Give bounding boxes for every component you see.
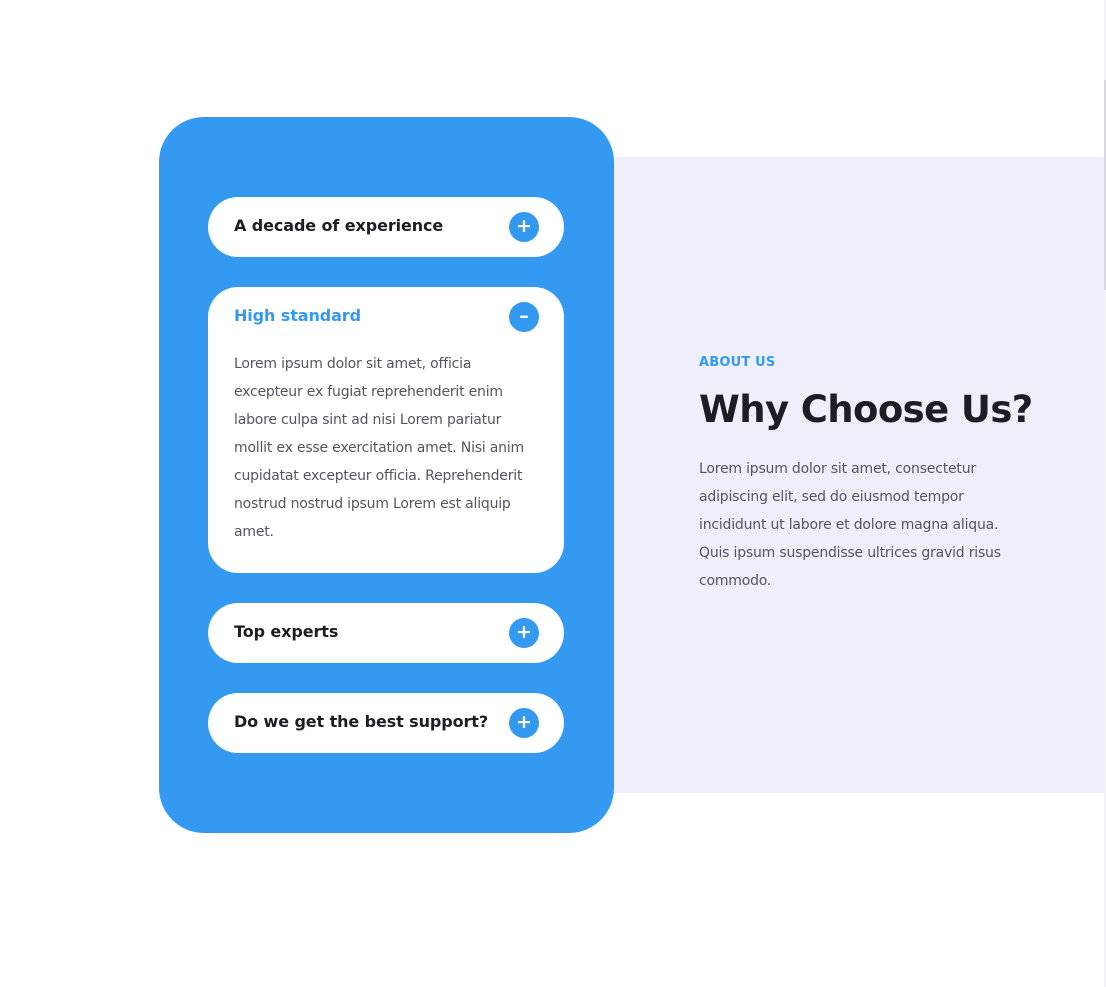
- plus-icon[interactable]: +: [509, 212, 539, 242]
- accordion-item-body: Lorem ipsum dolor sit amet, officia exce…: [234, 356, 524, 540]
- minus-icon[interactable]: –: [509, 302, 539, 332]
- plus-icon[interactable]: +: [509, 708, 539, 738]
- accordion-item-title[interactable]: Do we get the best support?: [234, 712, 488, 731]
- accordion-item-high-standard[interactable]: High standard – Lorem ipsum dolor sit am…: [208, 287, 564, 573]
- accordion-item-best-support[interactable]: Do we get the best support? +: [208, 693, 564, 753]
- faq-card: A decade of experience + High standard –…: [159, 117, 614, 833]
- accordion-item-title[interactable]: A decade of experience: [234, 216, 443, 235]
- accordion-item-title[interactable]: High standard: [234, 306, 361, 325]
- plus-icon[interactable]: +: [509, 618, 539, 648]
- accordion-item-top-experts[interactable]: Top experts +: [208, 603, 564, 663]
- section-description: Lorem ipsum dolor sit amet, consectetur …: [699, 461, 1001, 589]
- section-eyebrow: ABOUT US: [699, 355, 776, 370]
- accordion-item-title[interactable]: Top experts: [234, 622, 338, 641]
- section-heading: Why Choose Us?: [699, 388, 1033, 431]
- page: A decade of experience + High standard –…: [0, 0, 1106, 987]
- accordion-item-experience[interactable]: A decade of experience +: [208, 197, 564, 257]
